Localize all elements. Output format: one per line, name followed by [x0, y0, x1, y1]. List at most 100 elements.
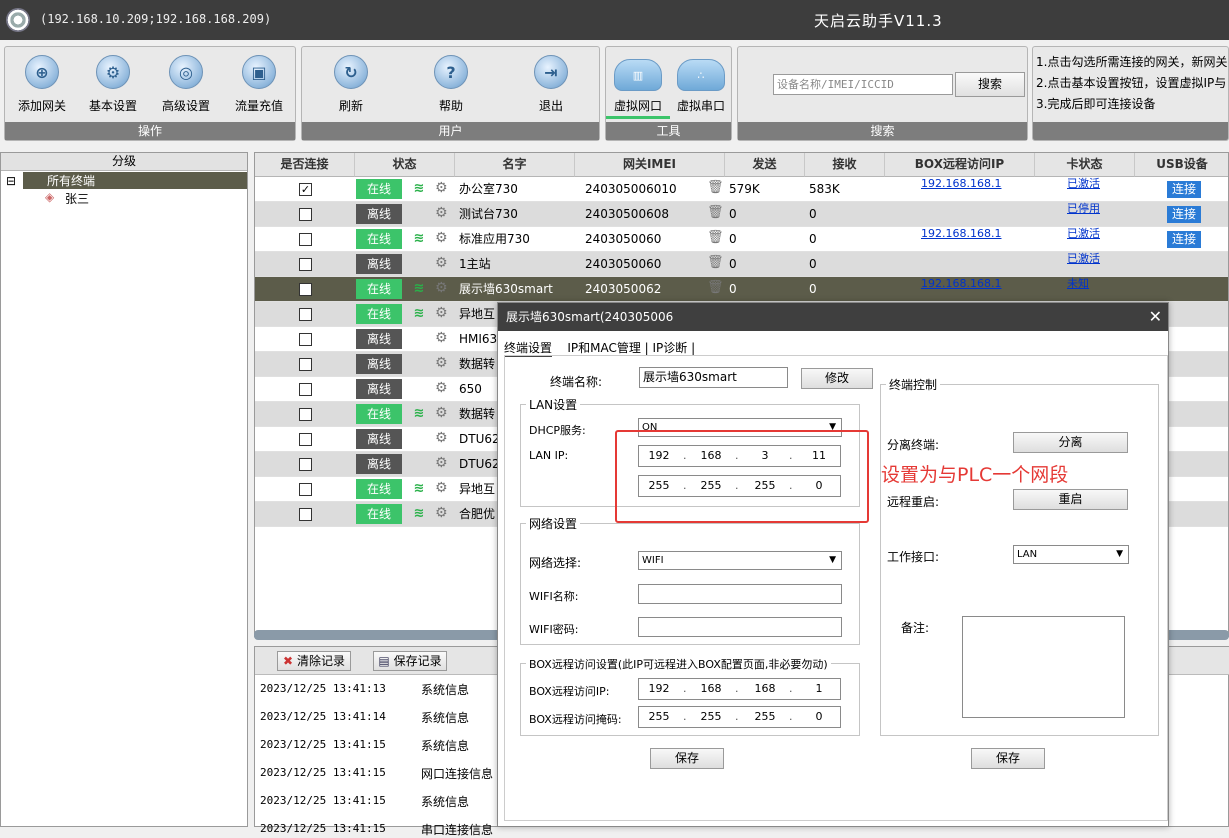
save-settings-button[interactable]: 保存 [650, 748, 724, 769]
box-ip-link[interactable]: 192.168.168.1 [921, 271, 1031, 296]
col-name[interactable]: 名字 [455, 153, 575, 177]
tree-collapse-icon[interactable]: ⊟ [6, 174, 16, 188]
wifi-icon: ≋ [413, 406, 425, 421]
group-caption-ops: 操作 [5, 122, 295, 140]
connect-checkbox[interactable] [299, 308, 312, 321]
terminal-settings-dialog: 展示墙630smart(240305006 ✕ 终端设置 IP和MAC管理 | … [497, 302, 1169, 827]
search-input[interactable]: 设备名称/IMEI/ICCID [773, 74, 953, 95]
gear-icon[interactable]: ⚙ [435, 280, 448, 296]
save-log-button[interactable]: ▤ 保存记录 [373, 651, 447, 671]
tab-ip-diagnosis[interactable]: IP诊断 [653, 341, 688, 355]
status-badge: 离线 [356, 329, 402, 349]
box-ip-link[interactable]: 192.168.168.1 [921, 171, 1031, 196]
trash-icon[interactable]: 🗑 [707, 180, 724, 195]
gear-icon[interactable]: ⚙ [435, 230, 448, 246]
close-icon[interactable]: ✕ [1149, 307, 1162, 326]
search-button[interactable]: 搜索 [955, 72, 1025, 97]
device-name: 标准应用730 [459, 232, 530, 246]
gear-icon[interactable]: ⚙ [435, 305, 448, 321]
wifi-name-input[interactable] [638, 584, 842, 604]
box-ip-link[interactable] [921, 196, 1031, 221]
card-status-link[interactable]: 已停用 [1067, 196, 1127, 221]
log-row: 2023/12/25 13:41:13 系统信息 [260, 682, 470, 697]
col-status[interactable]: 状态 [355, 153, 455, 177]
clear-log-button[interactable]: ✖ 清除记录 [277, 651, 351, 671]
connect-checkbox[interactable] [299, 383, 312, 396]
title-bar: (192.168.10.209;192.168.168.209) 天启云助手V1… [0, 0, 1229, 40]
card-status-link[interactable]: 未知 [1067, 271, 1127, 296]
reboot-button[interactable]: 重启 [1013, 489, 1128, 510]
connect-checkbox[interactable] [299, 258, 312, 271]
gear-icon[interactable]: ⚙ [435, 205, 448, 221]
usb-connect-button[interactable]: 连接 [1167, 181, 1201, 198]
tab-ip-mac[interactable]: IP和MAC管理 [567, 341, 641, 355]
add-gateway-button[interactable]: ⊕ 添加网关 [7, 55, 77, 114]
card-status-link[interactable]: 已激活 [1067, 171, 1127, 196]
gear-icon[interactable]: ⚙ [435, 255, 448, 271]
toolbar-group-ops: ⊕ 添加网关 ⚙ 基本设置 ◎ 高级设置 ▣ 流量充值 操作 [4, 46, 296, 141]
refresh-button[interactable]: ↻ 刷新 [316, 55, 386, 114]
connect-checkbox[interactable] [299, 508, 312, 521]
usb-connect-button[interactable]: 连接 [1167, 206, 1201, 223]
interface-select[interactable]: LAN ▼ [1013, 545, 1129, 564]
gear-icon[interactable]: ⚙ [435, 505, 448, 521]
note-textarea[interactable] [962, 616, 1125, 718]
save-control-button[interactable]: 保存 [971, 748, 1045, 769]
connect-checkbox[interactable] [299, 283, 312, 296]
help-button[interactable]: ? 帮助 [416, 55, 486, 114]
connect-checkbox[interactable] [299, 458, 312, 471]
col-imei[interactable]: 网关IMEI [575, 153, 725, 177]
gear-icon[interactable]: ⚙ [435, 430, 448, 446]
add-gateway-icon: ⊕ [25, 55, 59, 89]
trash-icon[interactable]: 🗑 [707, 230, 724, 245]
recv-bytes: 0 [809, 257, 817, 271]
connect-checkbox[interactable] [299, 208, 312, 221]
box-mask-input[interactable]: 255. 255. 255. 0 [638, 706, 841, 728]
card-status-link[interactable]: 已激活 [1067, 246, 1127, 271]
col-recv[interactable]: 接收 [805, 153, 885, 177]
gear-icon[interactable]: ⚙ [435, 480, 448, 496]
network-select[interactable]: WIFI ▼ [638, 551, 842, 570]
modify-button[interactable]: 修改 [801, 368, 873, 389]
connect-checkbox[interactable]: ✓ [299, 183, 312, 196]
gear-icon[interactable]: ⚙ [435, 380, 448, 396]
connect-checkbox[interactable] [299, 408, 312, 421]
connect-checkbox[interactable] [299, 433, 312, 446]
col-usb[interactable]: USB设备 [1135, 153, 1228, 177]
network-select-label: 网络选择: [529, 556, 582, 570]
connect-checkbox[interactable] [299, 333, 312, 346]
gear-icon[interactable]: ⚙ [435, 355, 448, 371]
tree-header: 分级 [1, 153, 247, 171]
traffic-recharge-button[interactable]: ▣ 流量充值 [224, 55, 294, 114]
send-bytes: 0 [729, 232, 737, 246]
terminal-name-input[interactable]: 展示墙630smart [639, 367, 788, 388]
virtual-serial-button[interactable]: ∴ 虚拟串口 [670, 59, 732, 114]
box-ip-link[interactable] [921, 246, 1031, 271]
basic-settings-button[interactable]: ⚙ 基本设置 [78, 55, 148, 114]
trash-icon[interactable]: 🗑 [707, 205, 724, 220]
connect-checkbox[interactable] [299, 358, 312, 371]
tree-item-all-terminals[interactable]: 所有终端 [23, 172, 247, 189]
trash-icon[interactable]: 🗑 [707, 255, 724, 270]
gear-icon[interactable]: ⚙ [435, 330, 448, 346]
box-ip-input[interactable]: 192. 168. 168. 1 [638, 678, 841, 700]
trash-icon[interactable]: 🗑 [707, 280, 724, 295]
advanced-settings-button[interactable]: ◎ 高级设置 [151, 55, 221, 114]
col-connect[interactable]: 是否连接 [255, 153, 355, 177]
gear-icon[interactable]: ⚙ [435, 455, 448, 471]
detach-button[interactable]: 分离 [1013, 432, 1128, 453]
wifi-password-input[interactable] [638, 617, 842, 637]
usb-connect-button[interactable]: 连接 [1167, 231, 1201, 248]
box-ip-link[interactable]: 192.168.168.1 [921, 221, 1031, 246]
connect-checkbox[interactable] [299, 483, 312, 496]
card-status-link[interactable]: 已激活 [1067, 221, 1127, 246]
exit-button[interactable]: ⇥ 退出 [516, 55, 586, 114]
col-send[interactable]: 发送 [725, 153, 805, 177]
gear-icon[interactable]: ⚙ [435, 405, 448, 421]
tree-item-zhangsan[interactable]: 张三 [65, 190, 89, 207]
gear-icon[interactable]: ⚙ [435, 180, 448, 196]
status-badge: 在线 [356, 304, 402, 324]
recv-bytes: 583K [809, 182, 840, 196]
virtual-nic-button[interactable]: ▥ 虚拟网口 [606, 59, 670, 119]
connect-checkbox[interactable] [299, 233, 312, 246]
